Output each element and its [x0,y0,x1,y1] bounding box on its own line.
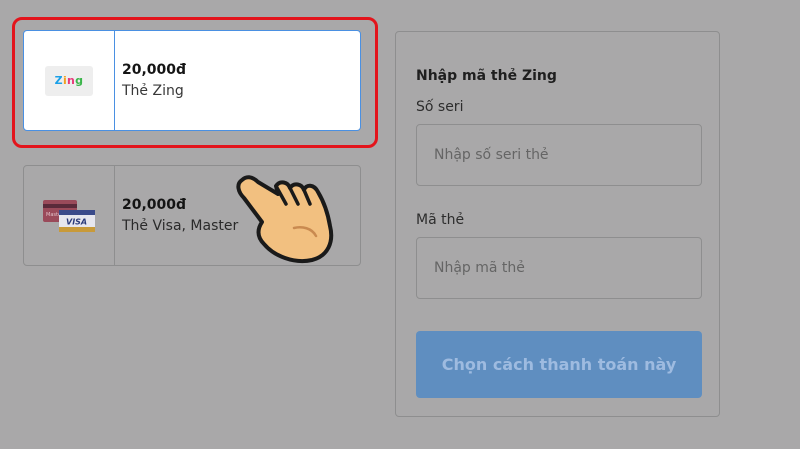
option-info: 20,000đ Thẻ Visa, Master [115,166,238,265]
option-name: Thẻ Zing [122,82,184,99]
option-info: 20,000đ Thẻ Zing [115,31,186,130]
option-name: Thẻ Visa, Master [122,217,239,234]
card-logo-cell: Master VISA [24,166,115,265]
panel-title: Nhập mã thẻ Zing [416,68,557,84]
code-input[interactable]: Nhập mã thẻ [416,237,702,299]
zing-logo-icon: Zing [45,65,93,96]
code-label: Mã thẻ [416,212,465,228]
visa-logo-text: VISA [66,217,87,226]
pointing-hand-icon [236,175,334,263]
option-price: 20,000đ [122,196,187,213]
zing-logo-letter: Z [54,74,63,87]
payment-option-zing[interactable]: Zing 20,000đ Thẻ Zing [23,30,361,131]
serial-label: Số seri [416,99,464,115]
zing-logo-letter: g [75,74,84,87]
serial-input[interactable]: Nhập số seri thẻ [416,124,702,186]
card-code-panel: Nhập mã thẻ Zing Số seri Nhập số seri th… [395,31,720,417]
zing-logo-cell: Zing [24,31,115,130]
credit-card-icon: Master VISA [43,199,95,232]
choose-payment-button[interactable]: Chọn cách thanh toán này [416,331,702,398]
option-price: 20,000đ [122,61,187,78]
zing-logo-letter: n [67,74,76,87]
